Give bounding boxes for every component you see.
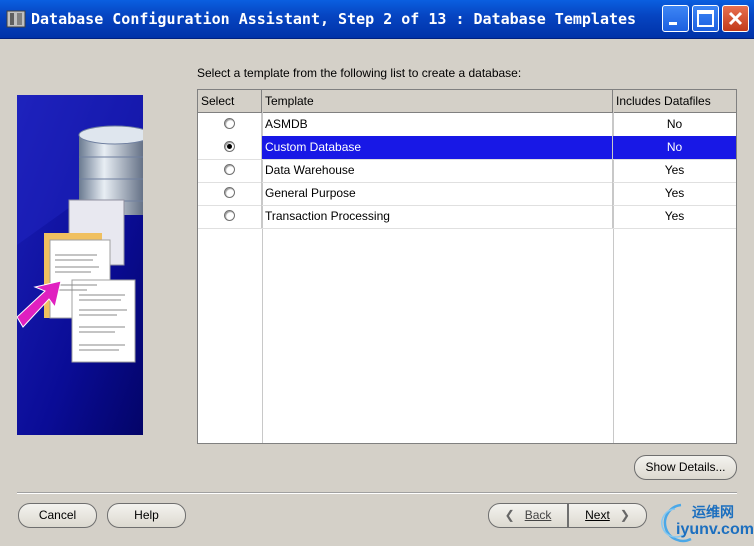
- template-name: Custom Database: [262, 136, 613, 159]
- template-name: Transaction Processing: [262, 205, 613, 228]
- watermark-url: iyunv.com: [676, 521, 754, 538]
- instruction-text: Select a template from the following lis…: [197, 66, 522, 80]
- includes-datafiles: No: [666, 117, 683, 131]
- template-radio[interactable]: [224, 164, 235, 175]
- template-name: ASMDB: [262, 113, 613, 136]
- window-title: Database Configuration Assistant, Step 2…: [31, 10, 637, 28]
- select-cell: [198, 182, 262, 205]
- next-button[interactable]: Next ❯: [568, 503, 647, 528]
- watermark-text: 运维网: [692, 505, 734, 521]
- template-name: General Purpose: [262, 182, 613, 205]
- column-header-includes-datafiles[interactable]: Includes Datafiles: [613, 90, 736, 112]
- includes-datafiles: Yes: [664, 209, 685, 223]
- template-name: Data Warehouse: [262, 159, 613, 182]
- cancel-button[interactable]: Cancel: [18, 503, 97, 528]
- template-radio[interactable]: [224, 118, 235, 129]
- template-table[interactable]: Select Template Includes Datafiles ASMDB…: [197, 89, 737, 444]
- separator: [17, 492, 737, 494]
- table-header: Select Template Includes Datafiles: [198, 90, 736, 113]
- includes-datafiles: Yes: [664, 186, 685, 200]
- template-radio[interactable]: [224, 210, 235, 221]
- title-bar[interactable]: Database Configuration Assistant, Step 2…: [0, 0, 754, 39]
- table-row[interactable]: Data Warehouse Yes: [198, 159, 736, 183]
- select-cell: [198, 159, 262, 182]
- show-details-button[interactable]: Show Details...: [634, 455, 737, 480]
- column-header-template[interactable]: Template: [262, 90, 613, 112]
- includes-datafiles: No: [666, 140, 683, 154]
- template-radio[interactable]: [224, 187, 235, 198]
- back-button-label: Back: [524, 508, 552, 522]
- minimize-button[interactable]: [662, 5, 689, 32]
- table-row[interactable]: Custom Database No: [198, 136, 736, 160]
- close-icon: [728, 11, 743, 26]
- table-row[interactable]: ASMDB No: [198, 113, 736, 137]
- column-header-select[interactable]: Select: [198, 90, 262, 112]
- chevron-right-icon: ❯: [619, 508, 630, 522]
- close-button[interactable]: [722, 5, 749, 32]
- help-button[interactable]: Help: [107, 503, 186, 528]
- template-radio[interactable]: [224, 141, 235, 152]
- database-illustration: [17, 95, 143, 435]
- table-row[interactable]: Transaction Processing Yes: [198, 205, 736, 229]
- chevron-left-icon: ❮: [504, 508, 515, 522]
- table-row[interactable]: General Purpose Yes: [198, 182, 736, 206]
- next-button-label: Next: [585, 508, 610, 522]
- includes-datafiles: Yes: [664, 163, 685, 177]
- app-icon: [6, 10, 26, 28]
- select-cell: [198, 136, 262, 159]
- back-button[interactable]: ❮ Back: [488, 503, 568, 528]
- maximize-button[interactable]: [692, 5, 719, 32]
- select-cell: [198, 113, 262, 136]
- select-cell: [198, 205, 262, 228]
- wizard-illustration: [17, 95, 143, 435]
- maximize-icon: [697, 10, 714, 27]
- minimize-icon: [669, 22, 677, 25]
